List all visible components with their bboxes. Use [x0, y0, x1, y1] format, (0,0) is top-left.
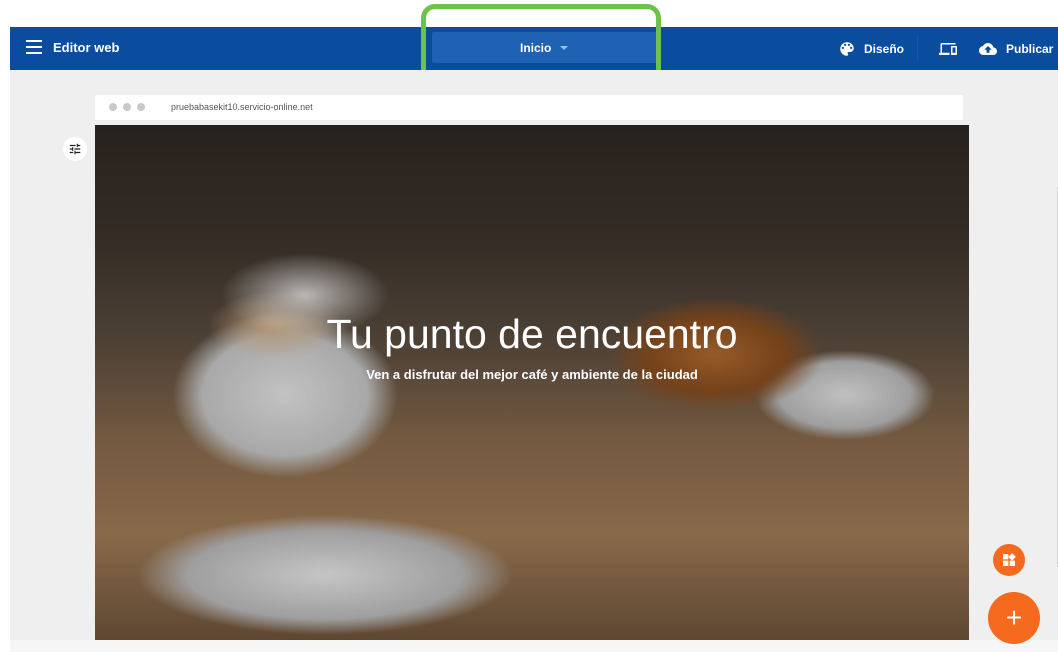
hero-title[interactable]: Tu punto de encuentro — [95, 311, 969, 358]
cloud-upload-icon — [979, 42, 997, 55]
publish-label: Publicar — [1006, 41, 1054, 56]
devices-button[interactable] — [939, 27, 957, 70]
app-title: Editor web — [53, 40, 120, 55]
hero-overlay — [95, 125, 969, 640]
page-selector-label: Inicio — [520, 41, 552, 55]
widgets-icon — [1003, 553, 1016, 566]
add-section-button[interactable]: + — [988, 592, 1040, 644]
window-dots — [109, 103, 145, 111]
editor-canvas: pruebabasekit10.servicio-online.net Tu p… — [10, 70, 1058, 652]
design-button[interactable]: Diseño — [838, 27, 904, 70]
section-settings-button[interactable] — [63, 137, 87, 161]
widgets-button[interactable] — [993, 544, 1025, 576]
palette-icon — [840, 41, 854, 56]
design-label: Diseño — [864, 41, 905, 56]
hero-section[interactable]: Tu punto de encuentro Ven a disfrutar de… — [95, 125, 969, 640]
menu-icon[interactable] — [26, 40, 42, 57]
top-toolbar: Editor web Inicio Diseño Publicar — [10, 27, 1058, 70]
devices-icon — [939, 42, 957, 55]
hero-subtitle[interactable]: Ven a disfrutar del mejor café y ambient… — [95, 367, 969, 382]
canvas-footer — [10, 640, 1058, 652]
page-selector[interactable]: Inicio — [432, 32, 658, 63]
browser-address-bar: pruebabasekit10.servicio-online.net — [95, 95, 963, 120]
tune-icon — [69, 143, 81, 155]
publish-button[interactable]: Publicar — [978, 27, 1053, 70]
toolbar-divider — [917, 35, 918, 62]
site-url: pruebabasekit10.servicio-online.net — [171, 102, 313, 112]
chevron-down-icon — [560, 46, 568, 50]
